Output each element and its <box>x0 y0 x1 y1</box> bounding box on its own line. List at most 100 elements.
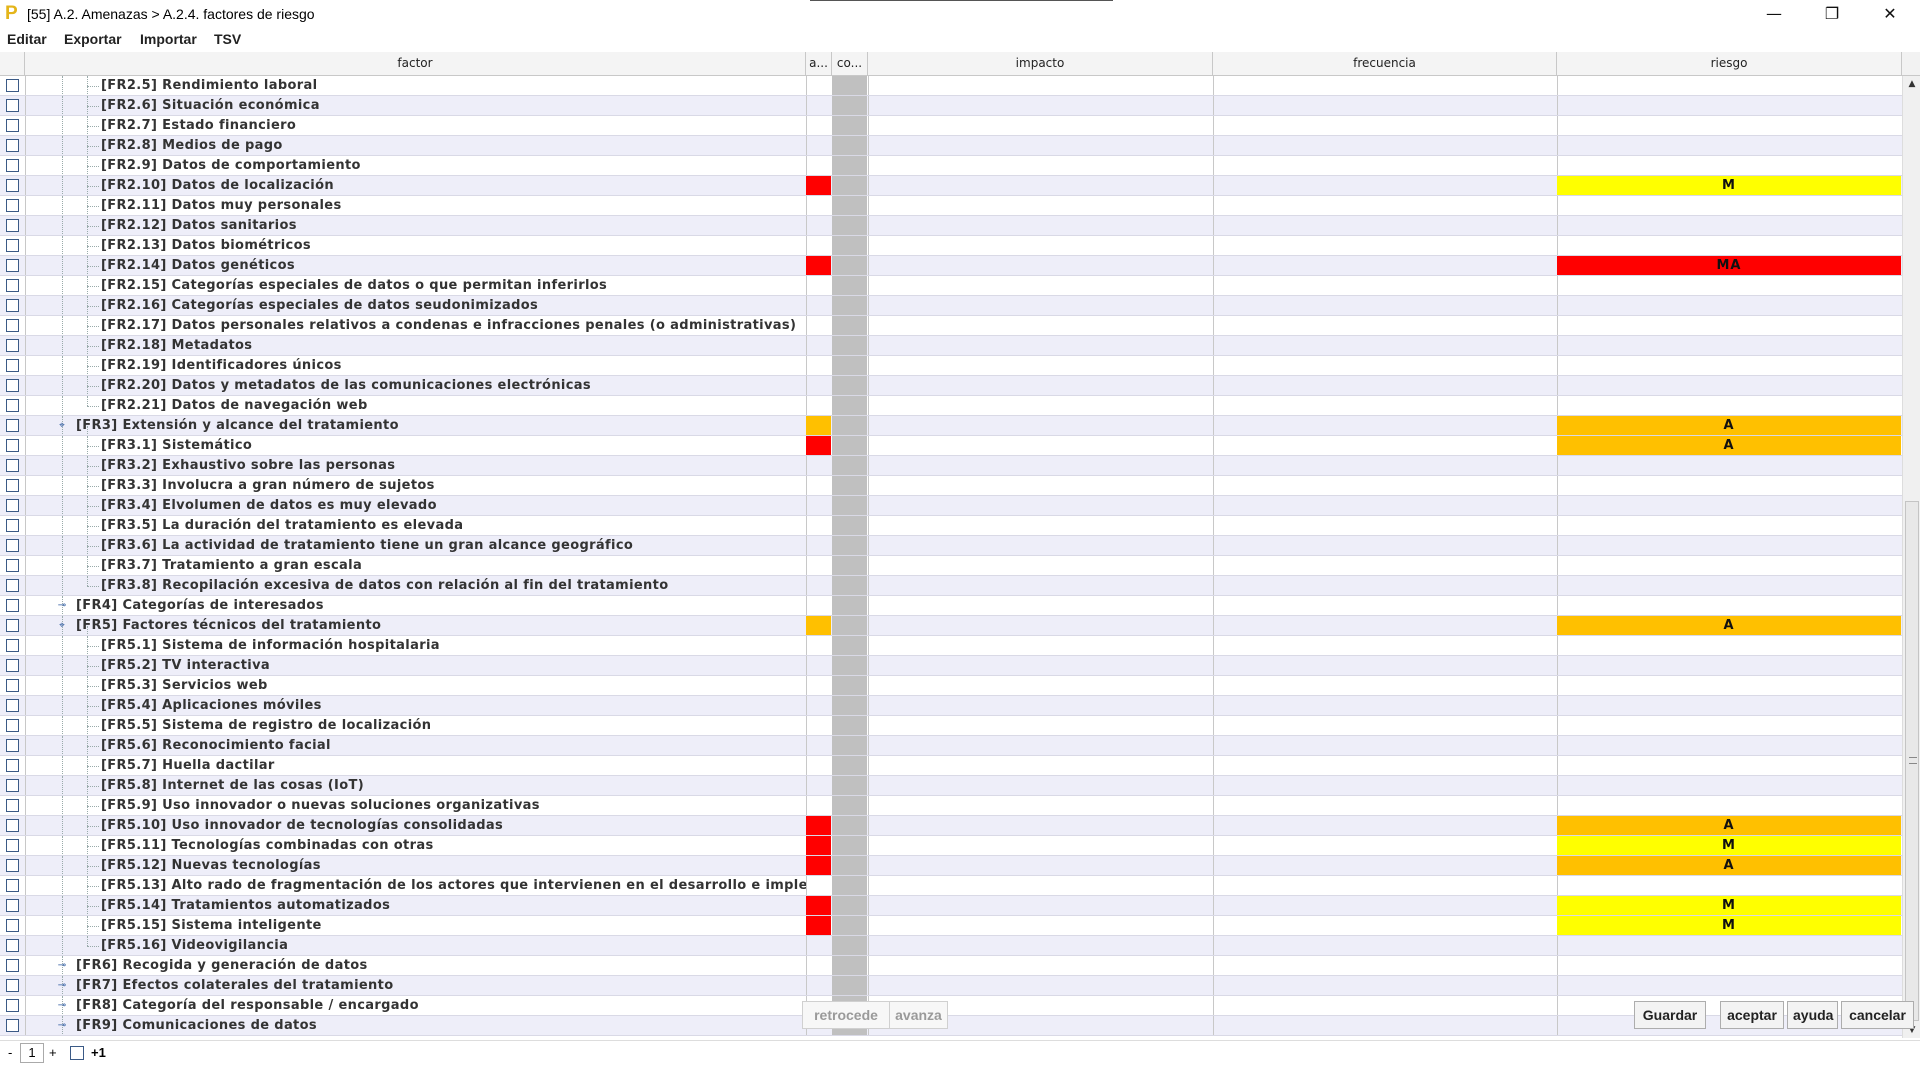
table-row[interactable]: [FR2.9] Datos de comportamiento <box>0 156 1902 176</box>
frecuencia-cell[interactable] <box>1214 456 1556 476</box>
row-checkbox[interactable] <box>6 439 19 452</box>
row-checkbox[interactable] <box>6 959 19 972</box>
table-row[interactable]: ⊸ [FR9] Comunicaciones de datos <box>0 1016 1902 1036</box>
frecuencia-cell[interactable] <box>1214 396 1556 416</box>
table-row[interactable]: [FR3.8] Recopilación excesiva de datos c… <box>0 576 1902 596</box>
riesgo-cell[interactable] <box>1557 936 1901 956</box>
riesgo-cell[interactable] <box>1557 196 1901 216</box>
table-row[interactable]: ⊸ [FR7] Efectos colaterales del tratamien… <box>0 976 1902 996</box>
riesgo-cell[interactable] <box>1557 496 1901 516</box>
table-row[interactable]: [FR5.7] Huella dactilar <box>0 756 1902 776</box>
impacto-cell[interactable] <box>869 636 1212 656</box>
riesgo-cell[interactable] <box>1557 796 1901 816</box>
table-row[interactable]: ⊸ [FR8] Categoría del responsable / encar… <box>0 996 1902 1016</box>
impacto-cell[interactable] <box>869 296 1212 316</box>
frecuencia-cell[interactable] <box>1214 316 1556 336</box>
vertical-scrollbar[interactable]: ▲ ▼ <box>1902 76 1920 1038</box>
impacto-cell[interactable] <box>869 476 1212 496</box>
impacto-cell[interactable] <box>869 196 1212 216</box>
table-row[interactable]: [FR5.10] Uso innovador de tecnologías co… <box>0 816 1902 836</box>
page-plus-button[interactable]: + <box>49 1045 57 1060</box>
scrollbar-thumb[interactable] <box>1905 501 1919 1021</box>
frecuencia-cell[interactable] <box>1214 616 1556 636</box>
row-checkbox[interactable] <box>6 419 19 432</box>
minimize-button[interactable]: — <box>1745 0 1803 30</box>
impacto-cell[interactable] <box>869 776 1212 796</box>
impacto-cell[interactable] <box>869 216 1212 236</box>
expand-node-icon[interactable]: ⊸ <box>57 981 67 991</box>
riesgo-cell[interactable] <box>1557 216 1901 236</box>
frecuencia-cell[interactable] <box>1214 576 1556 596</box>
impacto-cell[interactable] <box>869 576 1212 596</box>
row-checkbox[interactable] <box>6 479 19 492</box>
row-checkbox[interactable] <box>6 599 19 612</box>
menu-importar[interactable]: Importar <box>140 31 197 47</box>
row-checkbox[interactable] <box>6 359 19 372</box>
frecuencia-cell[interactable] <box>1214 516 1556 536</box>
impacto-cell[interactable] <box>869 376 1212 396</box>
frecuencia-cell[interactable] <box>1214 296 1556 316</box>
row-checkbox[interactable] <box>6 239 19 252</box>
frecuencia-cell[interactable] <box>1214 716 1556 736</box>
table-row[interactable]: [FR2.13] Datos biométricos <box>0 236 1902 256</box>
impacto-cell[interactable] <box>869 916 1212 936</box>
table-row[interactable]: [FR2.5] Rendimiento laboral <box>0 76 1902 96</box>
frecuencia-cell[interactable] <box>1214 556 1556 576</box>
row-checkbox[interactable] <box>6 199 19 212</box>
impacto-cell[interactable] <box>869 356 1212 376</box>
table-row[interactable]: [FR2.8] Medios de pago <box>0 136 1902 156</box>
riesgo-cell[interactable] <box>1557 736 1901 756</box>
row-checkbox[interactable] <box>6 939 19 952</box>
frecuencia-cell[interactable] <box>1214 156 1556 176</box>
header-frecuencia[interactable]: frecuencia <box>1213 52 1557 75</box>
table-row[interactable]: [FR5.1] Sistema de información hospitala… <box>0 636 1902 656</box>
riesgo-cell[interactable] <box>1557 136 1901 156</box>
table-row[interactable]: [FR2.15] Categorías especiales de datos … <box>0 276 1902 296</box>
riesgo-cell[interactable]: M <box>1557 896 1901 916</box>
impacto-cell[interactable] <box>869 416 1212 436</box>
table-row[interactable]: ⌖ [FR3] Extensión y alcance del tratamien… <box>0 416 1902 436</box>
frecuencia-cell[interactable] <box>1214 496 1556 516</box>
riesgo-cell[interactable]: A <box>1557 436 1901 456</box>
row-checkbox[interactable] <box>6 299 19 312</box>
frecuencia-cell[interactable] <box>1214 936 1556 956</box>
table-row[interactable]: [FR5.11] Tecnologías combinadas con otra… <box>0 836 1902 856</box>
riesgo-cell[interactable]: MA <box>1557 256 1901 276</box>
frecuencia-cell[interactable] <box>1214 776 1556 796</box>
menu-editar[interactable]: Editar <box>7 31 47 47</box>
impacto-cell[interactable] <box>869 236 1212 256</box>
scroll-up-icon[interactable]: ▲ <box>1903 76 1920 92</box>
table-row[interactable]: [FR3.6] La actividad de tratamiento tien… <box>0 536 1902 556</box>
impacto-cell[interactable] <box>869 956 1212 976</box>
impacto-cell[interactable] <box>869 76 1212 96</box>
table-row[interactable]: [FR2.16] Categorías especiales de datos … <box>0 296 1902 316</box>
impacto-cell[interactable] <box>869 436 1212 456</box>
riesgo-cell[interactable]: M <box>1557 176 1901 196</box>
frecuencia-cell[interactable] <box>1214 476 1556 496</box>
impacto-cell[interactable] <box>869 176 1212 196</box>
table-row[interactable]: ⌖ [FR5] Factores técnicos del tratamiento… <box>0 616 1902 636</box>
frecuencia-cell[interactable] <box>1214 336 1556 356</box>
riesgo-cell[interactable] <box>1557 296 1901 316</box>
table-row[interactable]: ⊸ [FR6] Recogida y generación de datos <box>0 956 1902 976</box>
table-row[interactable]: [FR5.8] Internet de las cosas (IoT) <box>0 776 1902 796</box>
riesgo-cell[interactable] <box>1557 516 1901 536</box>
expand-node-icon[interactable]: ⊸ <box>57 1021 67 1031</box>
menu-exportar[interactable]: Exportar <box>64 31 122 47</box>
impacto-cell[interactable] <box>869 696 1212 716</box>
impacto-cell[interactable] <box>869 876 1212 896</box>
frecuencia-cell[interactable] <box>1214 196 1556 216</box>
plus-one-checkbox[interactable] <box>70 1046 84 1060</box>
row-checkbox[interactable] <box>6 179 19 192</box>
frecuencia-cell[interactable] <box>1214 1016 1556 1036</box>
riesgo-cell[interactable] <box>1557 716 1901 736</box>
riesgo-cell[interactable] <box>1557 596 1901 616</box>
impacto-cell[interactable] <box>869 796 1212 816</box>
impacto-cell[interactable] <box>869 836 1212 856</box>
riesgo-cell[interactable] <box>1557 356 1901 376</box>
close-button[interactable]: ✕ <box>1861 0 1919 30</box>
riesgo-cell[interactable]: A <box>1557 856 1901 876</box>
impacto-cell[interactable] <box>869 936 1212 956</box>
impacto-cell[interactable] <box>869 96 1212 116</box>
riesgo-cell[interactable] <box>1557 676 1901 696</box>
